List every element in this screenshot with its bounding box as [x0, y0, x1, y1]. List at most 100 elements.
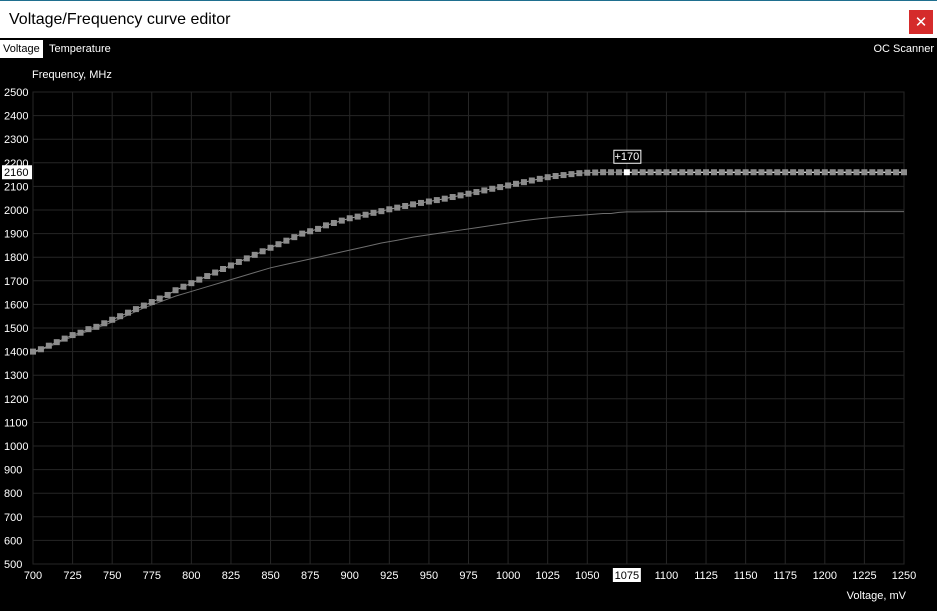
curve-point[interactable]: [695, 169, 702, 176]
curve-point[interactable]: [679, 169, 686, 176]
curve-point[interactable]: [299, 230, 306, 237]
curve-point[interactable]: [196, 276, 203, 283]
curve-point[interactable]: [85, 326, 92, 333]
curve-point[interactable]: [520, 179, 527, 186]
curve-point[interactable]: [584, 169, 591, 176]
curve-point[interactable]: [417, 199, 424, 206]
curve-point[interactable]: [473, 189, 480, 196]
curve-point[interactable]: [647, 169, 654, 176]
curve-point[interactable]: [845, 169, 852, 176]
curve-point[interactable]: [805, 169, 812, 176]
curve-point[interactable]: [441, 195, 448, 202]
curve-point[interactable]: [164, 291, 171, 298]
curve-point[interactable]: [615, 169, 622, 176]
curve-point[interactable]: [259, 248, 266, 255]
curve-point[interactable]: [188, 280, 195, 287]
curve-point[interactable]: [117, 313, 124, 320]
curve-point[interactable]: [734, 169, 741, 176]
curve-point[interactable]: [742, 169, 749, 176]
curve-point[interactable]: [798, 169, 805, 176]
curve-point[interactable]: [489, 185, 496, 192]
curve-point[interactable]: [853, 169, 860, 176]
curve-point[interactable]: [576, 170, 583, 177]
curve-point[interactable]: [227, 262, 234, 269]
curve-point[interactable]: [243, 255, 250, 262]
curve-point[interactable]: [457, 192, 464, 199]
curve-point[interactable]: [901, 169, 907, 176]
curve-point[interactable]: [592, 169, 599, 176]
curve-point[interactable]: [204, 273, 211, 280]
curve-point[interactable]: [790, 169, 797, 176]
curve-point[interactable]: [378, 208, 385, 215]
curve-point[interactable]: [726, 169, 733, 176]
curve-point[interactable]: [53, 339, 60, 346]
curve-point[interactable]: [410, 201, 417, 208]
curve-point[interactable]: [37, 346, 44, 353]
curve-point[interactable]: [663, 169, 670, 176]
curve-point[interactable]: [235, 258, 242, 265]
curve-point[interactable]: [821, 169, 828, 176]
curve-point[interactable]: [132, 306, 139, 313]
curve-point[interactable]: [639, 169, 646, 176]
curve-point[interactable]: [560, 172, 567, 179]
curve-point[interactable]: [766, 169, 773, 176]
curve-point[interactable]: [465, 190, 472, 197]
curve-point[interactable]: [552, 173, 559, 180]
curve-point[interactable]: [322, 222, 329, 229]
curve-point[interactable]: [315, 225, 322, 232]
curve-point[interactable]: [877, 169, 884, 176]
curve-point[interactable]: [307, 228, 314, 235]
selected-curve-point[interactable]: [623, 169, 630, 176]
curve-point[interactable]: [220, 266, 227, 272]
curve-point[interactable]: [172, 287, 179, 294]
curve-point[interactable]: [813, 169, 820, 176]
curve-point[interactable]: [449, 194, 456, 201]
tab-oc-scanner[interactable]: OC Scanner: [870, 40, 937, 58]
tab-voltage[interactable]: Voltage: [0, 40, 43, 58]
curve-point[interactable]: [30, 348, 36, 355]
curve-point[interactable]: [140, 302, 147, 309]
curve-point[interactable]: [893, 169, 900, 176]
curve-point[interactable]: [338, 217, 345, 224]
curve-point[interactable]: [750, 169, 757, 176]
curve-point[interactable]: [687, 169, 694, 176]
curve-point[interactable]: [568, 171, 575, 178]
curve-point[interactable]: [148, 299, 155, 306]
curve-point[interactable]: [869, 169, 876, 176]
curve-point[interactable]: [394, 204, 401, 211]
curve-point[interactable]: [45, 342, 52, 349]
vf-curve-chart[interactable]: 500 600 700 800 900 1000 1100 1200 1300 1400 1500 1…: [0, 58, 937, 606]
close-icon[interactable]: ✕: [909, 10, 933, 34]
curve-point[interactable]: [782, 169, 789, 176]
curve-point[interactable]: [125, 309, 132, 316]
curve-point[interactable]: [774, 169, 781, 176]
curve-point[interactable]: [267, 244, 274, 251]
curve-point[interactable]: [758, 169, 765, 176]
curve-point[interactable]: [703, 169, 710, 176]
curve-point[interactable]: [330, 219, 337, 226]
curve-point[interactable]: [608, 169, 615, 176]
curve-point[interactable]: [600, 169, 607, 176]
curve-point[interactable]: [370, 209, 377, 216]
curve-point[interactable]: [837, 169, 844, 176]
curve-point[interactable]: [69, 332, 76, 339]
curve-point[interactable]: [433, 197, 440, 204]
curve-point[interactable]: [829, 169, 836, 176]
curve-point[interactable]: [402, 202, 409, 209]
curve-point[interactable]: [101, 320, 108, 327]
tab-temperature[interactable]: Temperature: [46, 40, 114, 58]
curve-point[interactable]: [544, 174, 551, 181]
curve-point[interactable]: [251, 251, 258, 258]
curve-point[interactable]: [362, 211, 369, 218]
curve-point[interactable]: [513, 180, 520, 187]
curve-point[interactable]: [283, 237, 290, 244]
curve-point[interactable]: [346, 215, 353, 222]
curve-point[interactable]: [655, 169, 662, 176]
curve-point[interactable]: [536, 175, 543, 182]
curve-point[interactable]: [718, 169, 725, 176]
curve-point[interactable]: [93, 323, 100, 330]
curve-point[interactable]: [710, 169, 717, 176]
curve-point[interactable]: [180, 283, 187, 290]
curve-point[interactable]: [505, 182, 512, 189]
curve-point[interactable]: [77, 329, 84, 336]
